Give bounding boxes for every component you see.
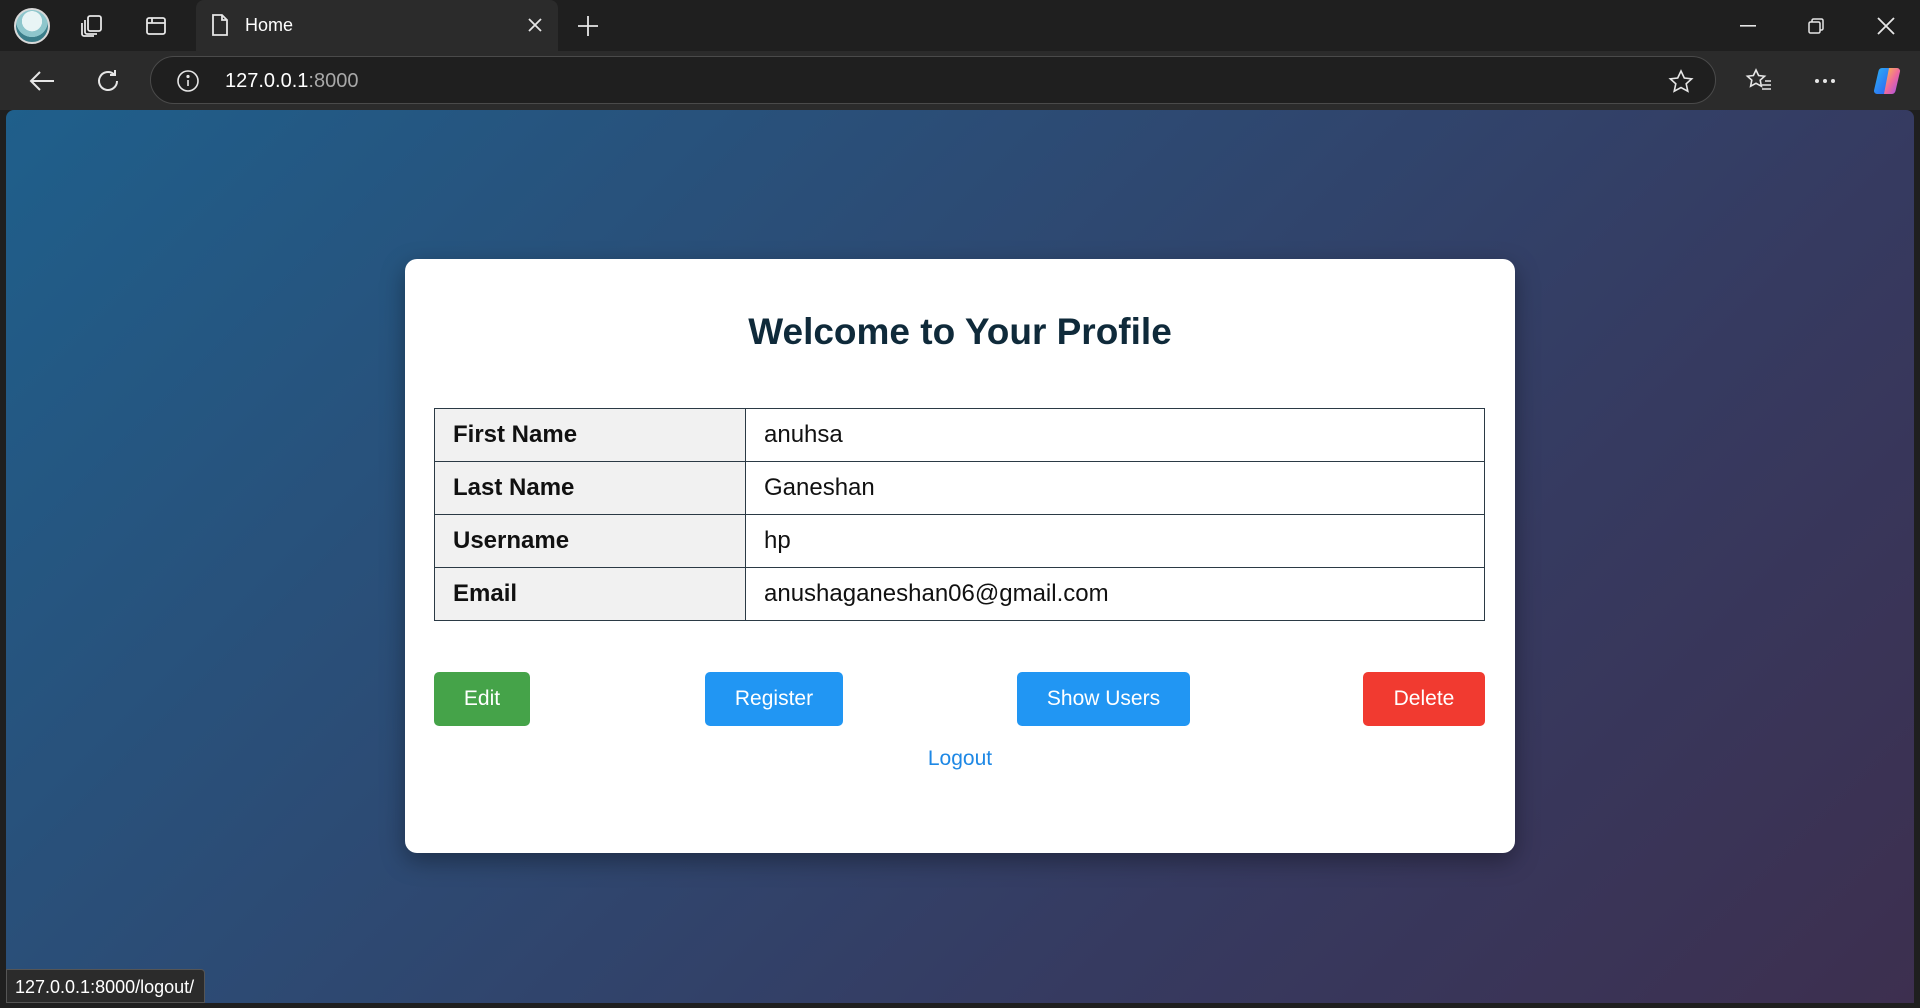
favorite-star-icon[interactable] [1667,68,1695,96]
close-tab-icon[interactable] [522,12,548,38]
tab-title: Home [245,15,294,35]
profile-table: First Name anuhsa Last Name Ganeshan Use… [434,408,1485,621]
field-value-username: hp [745,514,1485,568]
field-value-last-name: Ganeshan [745,461,1485,515]
field-label-username: Username [434,514,746,568]
back-icon[interactable] [23,62,61,100]
url-field[interactable]: 127.0.0.1:8000 [150,56,1716,104]
tab-bar: Home [0,0,1920,51]
table-row: Username hp [434,514,1485,568]
field-label-first-name: First Name [434,408,746,462]
page-viewport: Welcome to Your Profile First Name anuhs… [6,110,1914,1003]
url-port: :8000 [308,70,359,92]
delete-button[interactable]: Delete [1363,672,1485,726]
logout-link[interactable]: Logout [405,747,1515,771]
url-host: 127.0.0.1 [225,70,309,92]
new-tab-icon[interactable] [570,8,606,44]
tab-actions-icon[interactable] [138,8,174,44]
favorites-icon[interactable] [1740,62,1778,100]
table-row: First Name anuhsa [434,408,1485,462]
show-users-button[interactable]: Show Users [1017,672,1190,726]
profile-avatar[interactable] [14,8,50,44]
address-bar: 127.0.0.1:8000 [0,51,1920,110]
field-label-last-name: Last Name [434,461,746,515]
profile-card: Welcome to Your Profile First Name anuhs… [405,259,1515,853]
workspaces-icon[interactable] [74,8,110,44]
reload-icon[interactable] [89,62,127,100]
field-value-email: anushaganeshan06@gmail.com [745,567,1485,621]
url-text: 127.0.0.1:8000 [225,70,358,93]
restore-icon[interactable] [1792,8,1840,44]
table-row: Last Name Ganeshan [434,461,1485,515]
site-info-icon[interactable] [175,68,201,94]
edit-button[interactable]: Edit [434,672,530,726]
field-value-first-name: anuhsa [745,408,1485,462]
field-label-email: Email [434,567,746,621]
close-window-icon[interactable] [1862,8,1910,44]
minimize-icon[interactable] [1724,8,1772,44]
tab-home[interactable]: Home [196,0,558,51]
more-options-icon[interactable] [1806,62,1844,100]
status-bar-url: 127.0.0.1:8000/logout/ [6,969,206,1003]
register-button[interactable]: Register [705,672,843,726]
copilot-icon[interactable] [1868,62,1906,100]
document-icon [210,13,230,42]
page-title: Welcome to Your Profile [748,311,1172,352]
table-row: Email anushaganeshan06@gmail.com [434,567,1485,621]
